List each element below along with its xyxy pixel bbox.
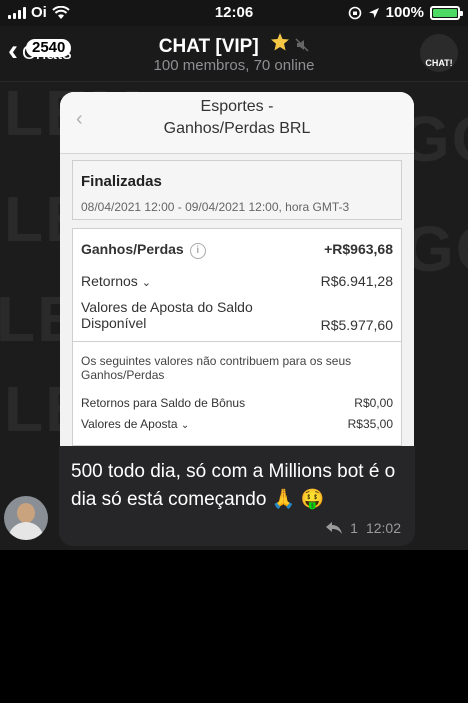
status-right: 100%	[348, 4, 463, 21]
chevron-down-icon: ⌄	[141, 277, 151, 289]
message-meta: 1 12:02	[326, 520, 401, 536]
profit-value: +R$963,68	[324, 241, 393, 257]
sender-avatar[interactable]	[4, 496, 48, 540]
non-contributing-panel: Os seguintes valores não contribuem para…	[72, 342, 402, 446]
date-range: 08/04/2021 12:00 - 09/04/2021 12:00, hor…	[81, 200, 350, 214]
reply-icon[interactable]	[326, 522, 343, 534]
bonus-returns-value: R$0,00	[354, 396, 393, 410]
star-icon	[270, 33, 289, 51]
muted-icon	[295, 38, 309, 52]
chat-subtitle: 100 membros, 70 online	[153, 57, 315, 74]
chat-header: ‹ 2540 Chats CHAT [VIP] 100 membros, 70 …	[0, 26, 468, 82]
chat-avatar-label: CHAT!	[425, 58, 453, 68]
message-image[interactable]: ‹ Esportes - Ganhos/Perdas BRL Finalizad…	[60, 92, 414, 446]
image-nav-bar: ‹ Esportes - Ganhos/Perdas BRL	[60, 92, 414, 154]
message-text: 500 todo dia, só com a Millions bot é o …	[71, 461, 396, 510]
orientation-lock-icon	[348, 6, 361, 19]
bet-values-label: Valores de Aposta	[81, 417, 178, 431]
summary-panel: Ganhos/Perdas i +R$963,68 Retornos ⌄ R$6.…	[72, 228, 402, 342]
chat-avatar[interactable]: CHAT!	[420, 34, 458, 72]
battery-icon	[430, 5, 463, 20]
returns-value: R$6.941,28	[320, 273, 393, 289]
stake-label-line1: Valores de Aposta do Saldo	[81, 299, 253, 315]
profit-label: Ganhos/Perdas	[81, 241, 184, 257]
empty-area	[0, 550, 468, 703]
returns-label: Retornos	[81, 273, 138, 289]
chat-title[interactable]: CHAT [VIP]	[0, 32, 468, 58]
finished-panel: Finalizadas 08/04/2021 12:00 - 09/04/202…	[72, 160, 402, 220]
message-bubble[interactable]: 500 todo dia, só com a Millions bot é o …	[59, 446, 415, 546]
bonus-returns-row: Retornos para Saldo de Bônus R$0,00	[81, 396, 393, 410]
location-icon	[368, 7, 379, 18]
section-title: Finalizadas	[81, 173, 162, 190]
stake-value: R$5.977,60	[320, 317, 393, 333]
bet-values-row: Valores de Aposta ⌄ R$35,00	[81, 417, 393, 431]
info-icon: i	[189, 243, 206, 259]
battery-percent: 100%	[385, 4, 424, 21]
status-bar: Oi 12:06 100%	[0, 0, 468, 26]
bonus-returns-label: Retornos para Saldo de Bônus	[81, 396, 246, 410]
note-text: Os seguintes valores não contribuem para…	[81, 354, 352, 382]
chevron-down-icon: ⌄	[180, 420, 190, 431]
returns-row: Retornos ⌄ R$6.941,28	[81, 273, 393, 289]
image-nav-title: Esportes - Ganhos/Perdas BRL	[163, 98, 311, 137]
chat-title-text: CHAT [VIP]	[158, 36, 259, 57]
reply-count: 1	[350, 520, 358, 536]
bet-values-value: R$35,00	[347, 417, 393, 431]
message-time: 12:02	[365, 520, 401, 536]
stake-row: Valores de Aposta do Saldo Disponível R$…	[81, 299, 393, 333]
profit-row: Ganhos/Perdas i +R$963,68	[81, 241, 393, 259]
